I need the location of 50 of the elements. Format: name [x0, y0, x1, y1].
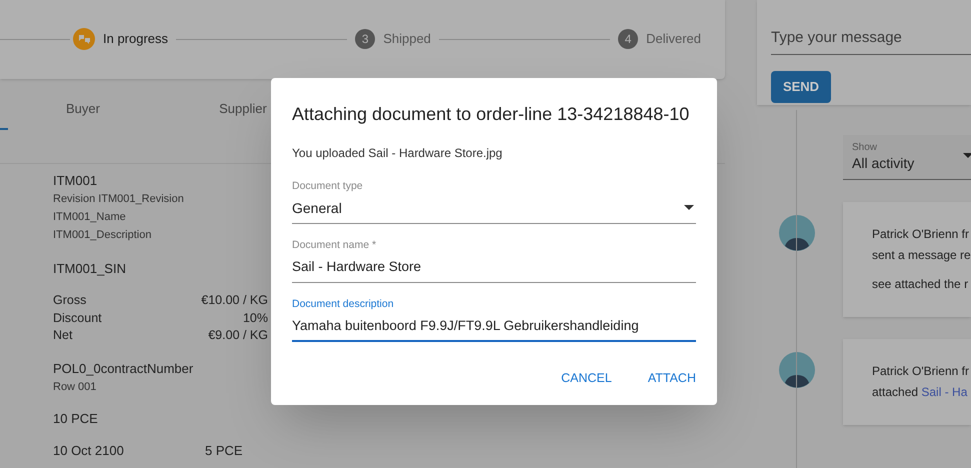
- step-label: In progress: [103, 30, 168, 48]
- step-number: 3: [355, 29, 376, 49]
- message-input[interactable]: Type your message: [771, 27, 971, 54]
- field-label: Document description: [292, 297, 394, 311]
- tab[interactable]: Buyer: [8, 89, 158, 130]
- row-number: Row 001: [53, 380, 96, 394]
- price-label: Net: [53, 327, 72, 344]
- item-sin: ITM001_SIN: [53, 260, 126, 278]
- document-type-select[interactable]: Document type General: [292, 179, 696, 224]
- field-value: General: [292, 199, 342, 217]
- item-code: ITM001: [53, 172, 98, 190]
- avatar: [779, 352, 815, 388]
- activity-text: Patrick O'Brienn fr: [872, 226, 969, 243]
- filter-label: Show: [852, 142, 878, 154]
- dialog-title: Attaching document to order-line 13-34218848-10: [292, 103, 690, 126]
- activity-message: see attached the r: [872, 276, 968, 293]
- step-number: 4: [618, 29, 638, 49]
- activity-text: Patrick O'Brienn fr: [872, 363, 969, 380]
- item-detail: ITM001_Description: [53, 228, 152, 243]
- price-label: Discount: [53, 310, 102, 326]
- item-detail: Revision ITM001_Revision: [53, 192, 184, 207]
- step-label: Shipped: [383, 30, 431, 48]
- contract-number: POL0_0contractNumber: [53, 360, 194, 378]
- field-value: Yamaha buitenboord F9.9J/FT9.9L Gebruikershandleiding: [292, 317, 639, 335]
- field-value: Sail - Hardware Store: [292, 258, 422, 276]
- price-value: €10.00 / KG: [201, 292, 268, 309]
- delivery-quantity: 5 PCE: [205, 442, 243, 460]
- cancel-button[interactable]: CANCEL: [561, 369, 612, 388]
- price-value: €9.00 / KG: [208, 327, 268, 344]
- text-field[interactable]: Document name * Sail - Hardware Store: [292, 238, 696, 283]
- delivery-date: 10 Oct 2100: [53, 442, 125, 460]
- activity-filter[interactable]: Show All activity: [843, 135, 971, 180]
- avatar: [779, 215, 815, 251]
- upload-message: You uploaded Sail - Hardware Store.jpg: [292, 145, 502, 162]
- text-field[interactable]: Document description Yamaha buitenboord F9.9J/FT9.9L Gebruikershandleiding: [292, 297, 696, 342]
- attach-button[interactable]: ATTACH: [648, 369, 696, 388]
- dropdown-caret-icon: [963, 153, 971, 158]
- price-value: 10%: [242, 310, 268, 326]
- activity-text: attached: [872, 384, 920, 401]
- field-label: Document name *: [292, 238, 376, 252]
- price-label: Gross: [53, 292, 86, 309]
- attachment-link[interactable]: Sail - Ha: [921, 382, 968, 403]
- quantity: 10 PCE: [53, 410, 98, 428]
- field-label: Document type: [292, 179, 363, 193]
- dropdown-caret-icon: [684, 205, 694, 210]
- step-label: Delivered: [646, 30, 701, 48]
- send-button[interactable]: SEND: [771, 70, 831, 102]
- item-detail: ITM001_Name: [53, 210, 126, 225]
- activity-text: sent a message re: [872, 247, 971, 264]
- filter-value: All activity: [852, 154, 914, 172]
